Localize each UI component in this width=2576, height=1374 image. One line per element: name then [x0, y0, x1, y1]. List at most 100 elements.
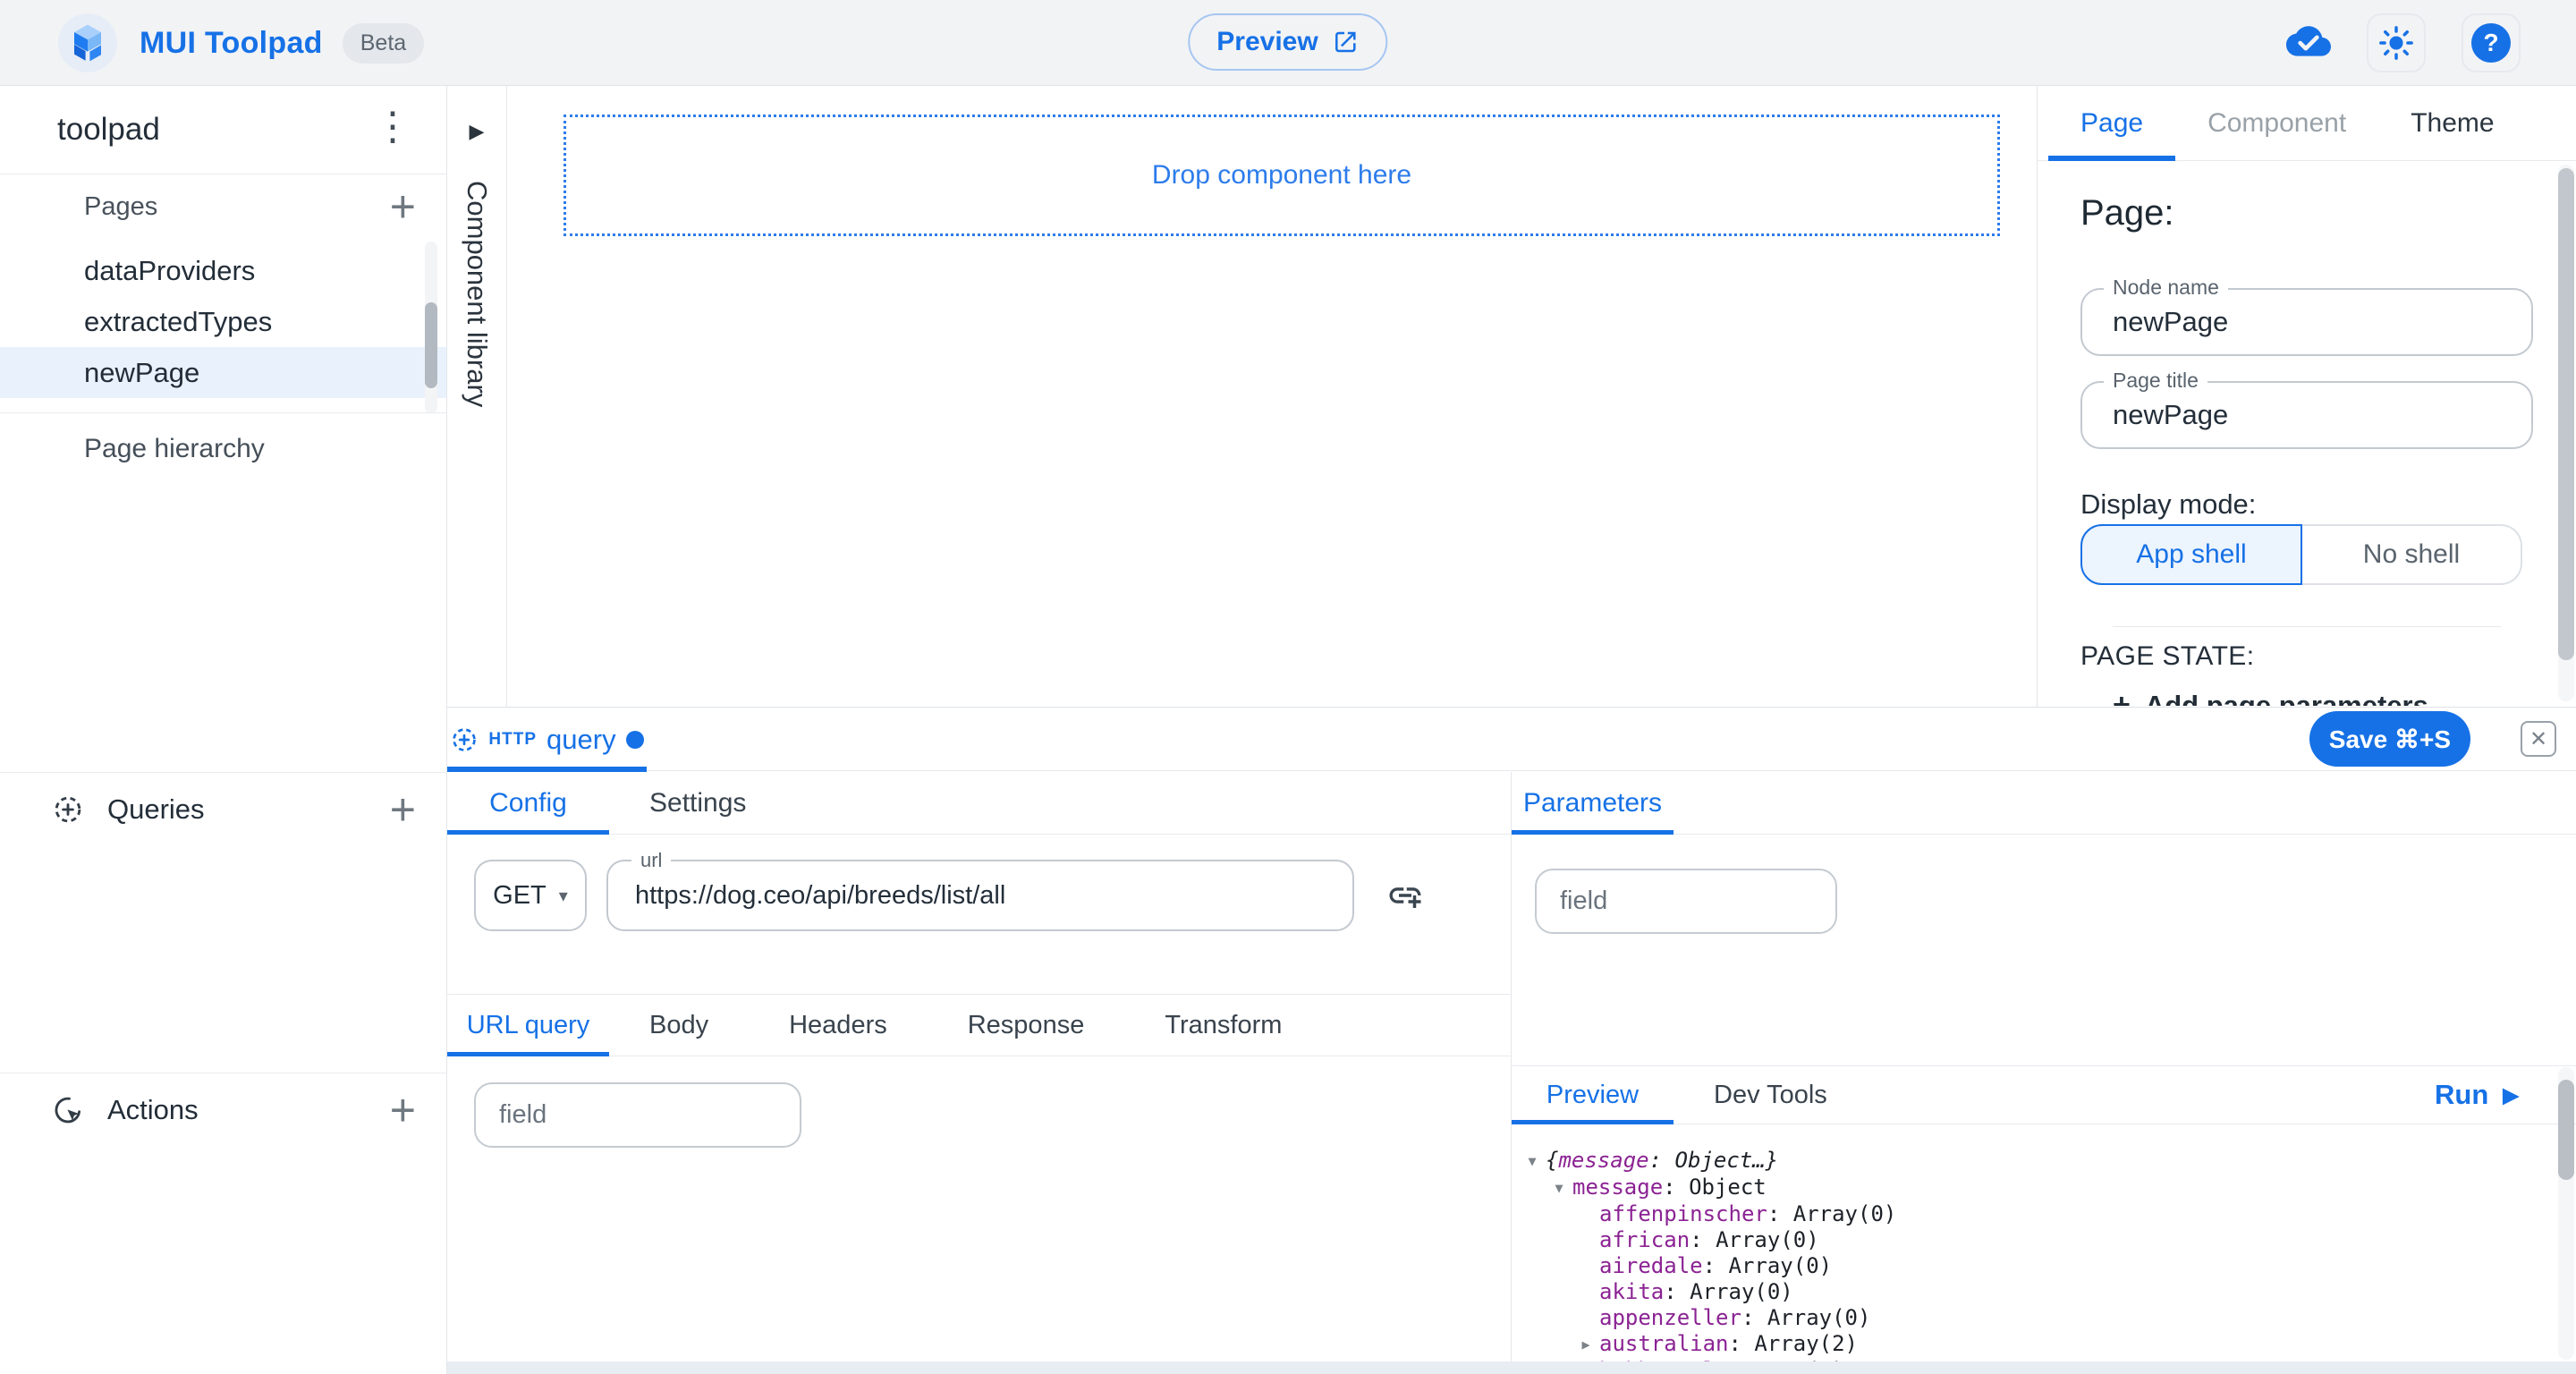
tab-url-query[interactable]: URL query [447, 995, 609, 1056]
tab-theme[interactable]: Theme [2378, 86, 2526, 160]
sidebar-page-item[interactable]: extractedTypes [0, 296, 446, 347]
queries-section-header: Queries + [0, 773, 446, 846]
queries-section-label: Queries [107, 793, 205, 826]
page-title-field[interactable]: Page title newPage [2080, 381, 2533, 449]
page-canvas: Drop component here [507, 86, 2037, 707]
json-separator: : [1703, 1253, 1729, 1278]
tab-preview[interactable]: Preview [1512, 1066, 1674, 1124]
json-tree-row[interactable]: appenzeller: Array(0) [1519, 1305, 2576, 1331]
save-button[interactable]: Save ⌘+S [2309, 711, 2470, 767]
json-separator: : [1664, 1279, 1690, 1304]
help-icon: ? [2471, 23, 2511, 63]
plus-icon: + [2113, 688, 2131, 706]
close-panel-button[interactable]: ✕ [2521, 721, 2556, 757]
preview-tabs-row: Preview Dev Tools Run ▶ [1512, 1065, 2576, 1124]
parameters-tabs: Parameters [1512, 772, 2576, 835]
url-field-label: url [631, 849, 671, 872]
project-menu-kebab-icon[interactable]: ⋮ [373, 107, 412, 147]
json-key: australian [1599, 1331, 1729, 1356]
preview-button[interactable]: Preview [1188, 13, 1387, 71]
json-separator: : [1741, 1305, 1767, 1330]
project-name: toolpad [57, 112, 160, 148]
json-key: airedale [1599, 1253, 1703, 1278]
url-field: url [606, 860, 1354, 931]
open-in-new-icon [1333, 29, 1360, 55]
json-tree-row[interactable]: ▼message: Object [1519, 1175, 2576, 1201]
json-open-brace: { [1546, 1148, 1558, 1173]
json-tree-row[interactable]: affenpinscher: Array(0) [1519, 1201, 2576, 1227]
chevron-down-icon: ▾ [559, 885, 568, 907]
tab-page[interactable]: Page [2048, 86, 2175, 160]
node-name-label: Node name [2104, 276, 2228, 300]
tree-expand-icon[interactable]: ▼ [1546, 1175, 1572, 1201]
dropzone-hint: Drop component here [1152, 160, 1411, 191]
run-query-button[interactable]: Run ▶ [2435, 1079, 2519, 1111]
http-method-select[interactable]: GET ▾ [474, 860, 587, 931]
tab-transform[interactable]: Transform [1124, 995, 1322, 1056]
tab-body[interactable]: Body [609, 995, 749, 1056]
json-tree-row[interactable]: ▶australian: Array(2) [1519, 1331, 2576, 1358]
query-protocol-label: HTTP [488, 730, 537, 750]
tab-config[interactable]: Config [447, 772, 609, 834]
pages-section-label: Pages [84, 192, 157, 222]
page-hierarchy-row[interactable]: Page hierarchy [0, 413, 446, 485]
tab-headers[interactable]: Headers [749, 995, 928, 1056]
config-tabs: Config Settings [447, 772, 1511, 835]
pages-list: dataProviders extractedTypes newPage [0, 245, 446, 398]
play-icon: ▶ [2503, 1085, 2519, 1106]
json-tree-row[interactable]: airedale: Array(0) [1519, 1253, 2576, 1279]
json-tree-row[interactable]: akita: Array(0) [1519, 1279, 2576, 1305]
json-key: appenzeller [1599, 1305, 1741, 1330]
tree-expand-icon[interactable]: ▼ [1519, 1149, 1546, 1175]
request-detail-tabs: URL query Body Headers Response Transfor… [447, 994, 1511, 1056]
add-page-parameters-label: Add page parameters [2145, 690, 2428, 707]
display-mode-no-shell[interactable]: No shell [2302, 524, 2522, 585]
project-row: toolpad ⋮ [0, 86, 446, 174]
add-link-icon[interactable] [1386, 877, 1424, 914]
display-mode-app-shell[interactable]: App shell [2080, 524, 2302, 585]
bottom-scrollbar-strip[interactable] [447, 1361, 2576, 1374]
json-value: Array(2) [1754, 1331, 1858, 1356]
json-value: Array(0) [1716, 1227, 1819, 1252]
tab-component[interactable]: Component [2175, 86, 2378, 160]
add-page-parameters-button[interactable]: + Add page parameters [2080, 688, 2533, 706]
query-config-pane: Config Settings GET ▾ url [447, 772, 1512, 1374]
query-right-pane: Parameters Preview Dev Tools Run ▶ ▼{mes… [1512, 772, 2576, 1374]
app-header: MUI Toolpad Beta Preview [0, 0, 2576, 86]
queries-icon [52, 793, 84, 826]
sidebar-page-item[interactable]: newPage [0, 347, 446, 398]
url-input[interactable] [608, 861, 1352, 929]
tree-expand-icon[interactable]: ▶ [1572, 1332, 1599, 1358]
pages-scrollbar-thumb[interactable] [425, 302, 437, 388]
tab-settings[interactable]: Settings [609, 772, 786, 834]
help-button[interactable]: ? [2462, 13, 2521, 72]
inspector-scrollbar-thumb[interactable] [2558, 168, 2574, 660]
add-action-button[interactable]: + [390, 1088, 416, 1132]
url-query-field-input[interactable] [474, 1082, 801, 1148]
inspector-panel: Page Component Theme Page: Node name new… [2037, 86, 2576, 707]
tab-parameters[interactable]: Parameters [1512, 772, 1674, 834]
parameter-field-input[interactable] [1535, 869, 1837, 934]
node-name-field[interactable]: Node name newPage [2080, 288, 2533, 356]
json-value: Object…} [1675, 1148, 1779, 1173]
json-separator: : [1649, 1148, 1675, 1173]
toolpad-logo-icon [55, 11, 120, 75]
divider [2113, 626, 2501, 627]
query-result-json-tree: ▼{message: Object…} ▼message: Object aff… [1512, 1124, 2576, 1374]
expand-panel-icon[interactable]: ▶ [470, 120, 485, 143]
page-item-label: dataProviders [84, 255, 255, 287]
tab-response[interactable]: Response [928, 995, 1125, 1056]
sidebar-page-item[interactable]: dataProviders [0, 245, 446, 296]
page-hierarchy-label: Page hierarchy [84, 434, 265, 464]
json-value: Array(0) [1729, 1253, 1833, 1278]
component-dropzone[interactable]: Drop component here [564, 114, 2000, 236]
result-scrollbar-thumb[interactable] [2558, 1080, 2574, 1180]
json-tree-row[interactable]: ▼{message: Object…} [1519, 1148, 2576, 1175]
json-tree-row[interactable]: african: Array(0) [1519, 1227, 2576, 1253]
query-tab[interactable]: HTTP query [447, 708, 647, 771]
theme-toggle-button[interactable] [2367, 13, 2426, 72]
add-page-button[interactable]: + [390, 184, 416, 229]
add-query-button[interactable]: + [390, 787, 416, 832]
tab-dev-tools[interactable]: Dev Tools [1674, 1066, 1868, 1124]
page-title-label: Page title [2104, 369, 2207, 393]
